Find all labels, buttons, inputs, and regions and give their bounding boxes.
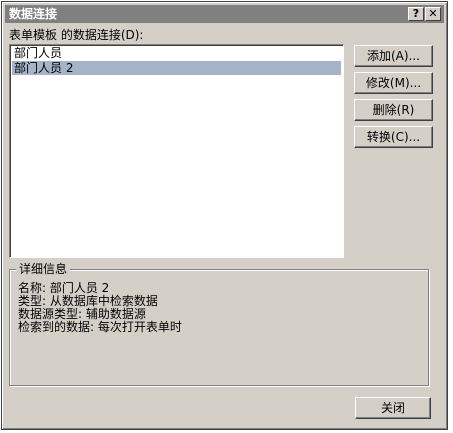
list-item-selected[interactable]: 部门人员 2 [12, 61, 341, 75]
add-button[interactable]: 添加(A)... [354, 45, 433, 67]
list-item[interactable]: 部门人员 [12, 46, 341, 60]
connections-listbox[interactable]: 部门人员 部门人员 2 [9, 44, 344, 258]
detail-retrieval: 检索到的数据: 每次打开表单时 [18, 320, 182, 334]
dialog-title: 数据连接 [9, 7, 58, 21]
details-group-title: 详细信息 [16, 262, 71, 276]
close-window-button[interactable]: ✕ [425, 7, 441, 21]
help-button[interactable]: ? [408, 7, 424, 21]
close-button[interactable]: 关闭 [355, 397, 431, 419]
modify-button[interactable]: 修改(M)... [354, 72, 433, 94]
connections-list-label: 表单模板 的数据连接(D): [9, 28, 144, 42]
convert-button[interactable]: 转换(C)... [354, 126, 433, 148]
delete-button[interactable]: 删除(R) [354, 99, 433, 121]
title-bar[interactable]: 数据连接 ? ✕ [5, 5, 444, 23]
